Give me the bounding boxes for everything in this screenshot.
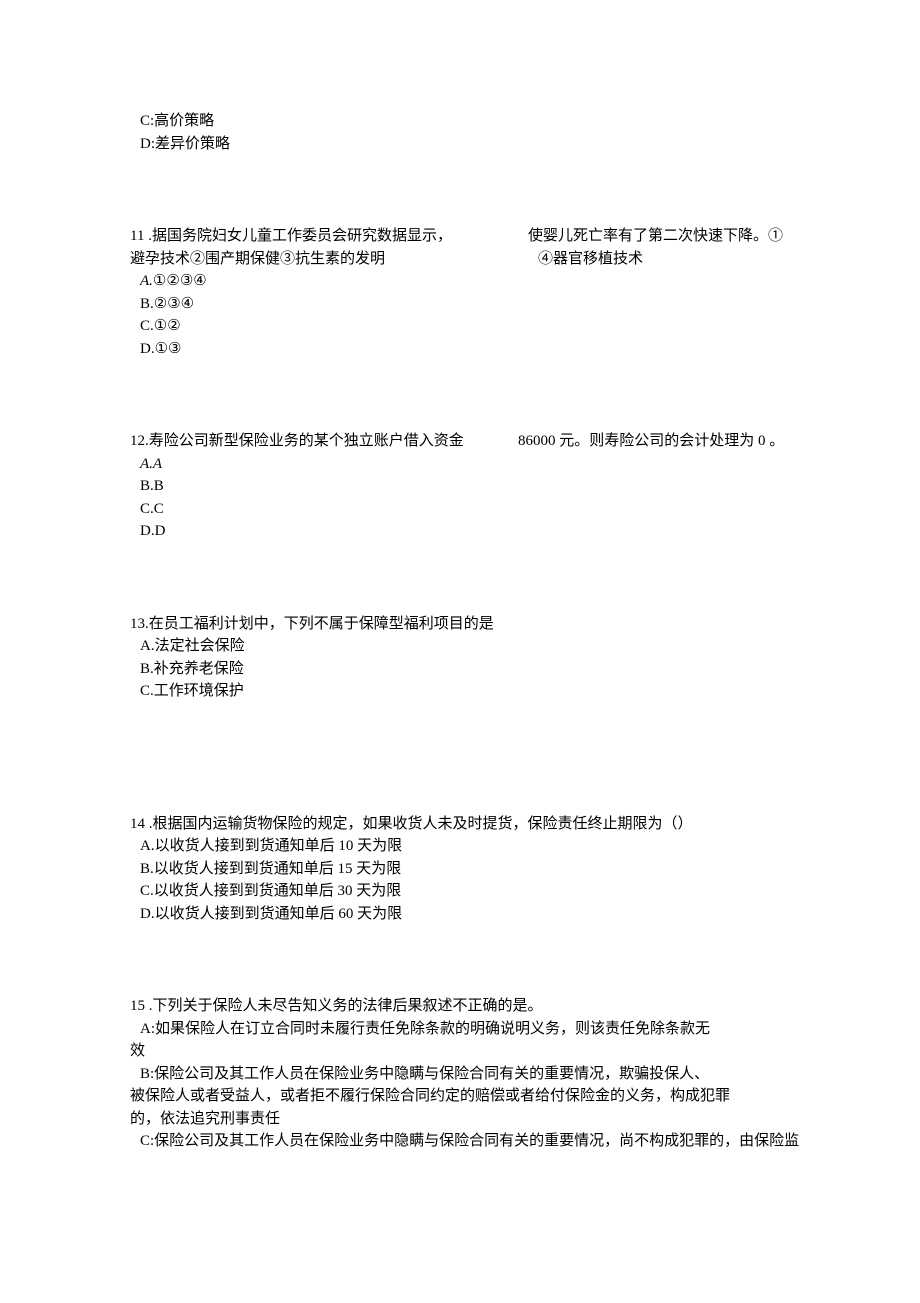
q11-stem-right-line2: ④器官移植技术 xyxy=(528,248,783,271)
q14-option-a: A.以收货人接到到货通知单后 10 天为限 xyxy=(130,835,800,858)
q11-stem-right-line1: 使婴儿死亡率有了第二次快速下降。① xyxy=(528,225,783,248)
option-d: D:差异价策略 xyxy=(130,133,800,156)
question-14: 14 .根据国内运输货物保险的规定，如果收货人未及时提货，保险责任终止期限为（）… xyxy=(130,813,800,926)
question-12-stem: 12.寿险公司新型保险业务的某个独立账户借入资金 86000 元。则寿险公司的会… xyxy=(130,430,800,453)
q12-stem-right: 86000 元。则寿险公司的会计处理为 0 。 xyxy=(518,430,784,453)
question-15-stem: 15 .下列关于保险人未尽告知义务的法律后果叙述不正确的是。 xyxy=(130,995,800,1018)
q15-option-a-line1: A:如果保险人在订立合同时未履行责任免除条款的明确说明义务，则该责任免除条款无 xyxy=(130,1018,800,1041)
q12-option-a: A.A xyxy=(130,453,800,476)
q12-option-d: D.D xyxy=(130,520,800,543)
question-14-stem: 14 .根据国内运输货物保险的规定，如果收货人未及时提货，保险责任终止期限为（） xyxy=(130,813,800,836)
q11-option-d: D.①③ xyxy=(130,338,800,361)
q11-stem-left-line2: 避孕技术②围产期保健③抗生素的发明 xyxy=(130,248,510,271)
q14-option-d: D.以收货人接到到货通知单后 60 天为限 xyxy=(130,903,800,926)
q12-option-b: B.B xyxy=(130,475,800,498)
q15-option-b-line2: 被保险人或者受益人，或者拒不履行保险合同约定的赔偿或者给付保险金的义务，构成犯罪 xyxy=(130,1085,800,1108)
q11-stem-left-line1: 11 .据国务院妇女儿童工作委员会研究数据显示， xyxy=(130,225,510,248)
q13-option-c: C.工作环境保护 xyxy=(130,680,800,703)
question-13-stem: 13.在员工福利计划中，下列不属于保障型福利项目的是 xyxy=(130,613,800,636)
q14-option-c: C.以收货人接到到货通知单后 30 天为限 xyxy=(130,880,800,903)
question-11-stem: 11 .据国务院妇女儿童工作委员会研究数据显示， 避孕技术②围产期保健③抗生素的… xyxy=(130,225,800,270)
q15-option-b-line1: B:保险公司及其工作人员在保险业务中隐瞒与保险合同有关的重要情况，欺骗投保人、 xyxy=(130,1063,800,1086)
question-13: 13.在员工福利计划中，下列不属于保障型福利项目的是 A.法定社会保险 B.补充… xyxy=(130,613,800,703)
q11-option-a: A.①②③④ xyxy=(130,270,800,293)
q11-a-prefix: A. xyxy=(140,273,153,289)
q14-option-b: B.以收货人接到到货通知单后 15 天为限 xyxy=(130,858,800,881)
q11-a-text: ①②③④ xyxy=(153,273,207,289)
question-15: 15 .下列关于保险人未尽告知义务的法律后果叙述不正确的是。 A:如果保险人在订… xyxy=(130,995,800,1153)
q15-option-a-line2: 效 xyxy=(130,1040,800,1063)
q15-option-b-line3: 的，依法追究刑事责任 xyxy=(130,1108,800,1131)
q15-option-c-line1: C:保险公司及其工作人员在保险业务中隐瞒与保险合同有关的重要情况，尚不构成犯罪的… xyxy=(130,1130,800,1153)
q11-option-b: B.②③④ xyxy=(130,293,800,316)
q12-option-c: C.C xyxy=(130,498,800,521)
q12-stem-left: 12.寿险公司新型保险业务的某个独立账户借入资金 xyxy=(130,430,518,453)
q13-option-b: B.补充养老保险 xyxy=(130,658,800,681)
q11-option-c: C.①② xyxy=(130,315,800,338)
option-c: C:高价策略 xyxy=(130,110,800,133)
document-page: C:高价策略 D:差异价策略 11 .据国务院妇女儿童工作委员会研究数据显示， … xyxy=(0,0,920,1303)
question-11: 11 .据国务院妇女儿童工作委员会研究数据显示， 避孕技术②围产期保健③抗生素的… xyxy=(130,225,800,360)
question-12: 12.寿险公司新型保险业务的某个独立账户借入资金 86000 元。则寿险公司的会… xyxy=(130,430,800,543)
q13-option-a: A.法定社会保险 xyxy=(130,635,800,658)
